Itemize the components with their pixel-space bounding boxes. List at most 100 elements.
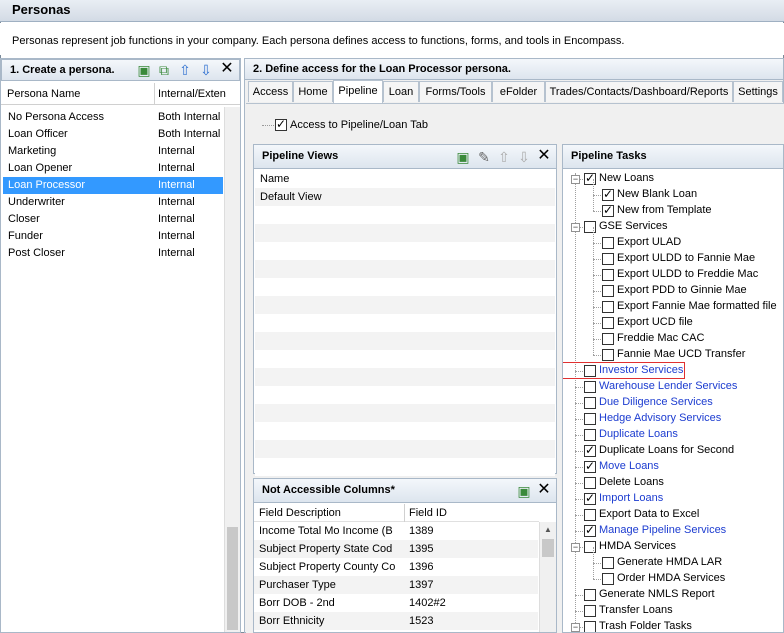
duplicate-persona-icon[interactable]: ⧉ [156, 62, 172, 78]
task-checkbox[interactable] [602, 333, 614, 345]
task-checkbox[interactable] [584, 429, 596, 441]
not-accessible-scroll-thumb[interactable] [542, 539, 554, 557]
task-checkbox[interactable] [584, 621, 596, 632]
tab-forms-tools[interactable]: Forms/Tools [419, 81, 492, 102]
task-checkbox[interactable] [602, 285, 614, 297]
view-name-header[interactable]: Name [255, 170, 555, 188]
tab-access[interactable]: Access [248, 81, 293, 102]
collapse-icon[interactable]: − [571, 175, 580, 184]
task-checkbox[interactable] [602, 253, 614, 265]
tab-trades-contacts[interactable]: Trades/Contacts/Dashboard/Reports [545, 81, 733, 102]
persona-type: Internal [158, 230, 195, 242]
task-checkbox[interactable] [584, 509, 596, 521]
task-label: Delete Loans [599, 476, 664, 488]
task-label: Generate NMLS Report [599, 588, 715, 600]
view-down-icon[interactable]: ⇩ [516, 149, 532, 165]
field-description: Borr Ethnicity [259, 615, 325, 627]
move-down-icon[interactable]: ⇩ [198, 62, 214, 78]
task-checkbox[interactable] [602, 269, 614, 281]
task-checkbox[interactable] [602, 237, 614, 249]
not-accessible-row[interactable]: Purchaser Type 1397 [254, 576, 538, 594]
persona-row[interactable]: Funder Internal [3, 228, 223, 245]
column-persona-name[interactable]: Persona Name [7, 88, 80, 100]
task-label: Export PDD to Ginnie Mae [617, 284, 747, 296]
edit-view-icon[interactable]: ✎ [476, 149, 492, 165]
task-checkbox[interactable] [602, 349, 614, 361]
task-link[interactable]: Hedge Advisory Services [599, 412, 721, 424]
task-checkbox[interactable] [584, 605, 596, 617]
add-column-icon[interactable]: ▣ [516, 483, 532, 499]
collapse-icon[interactable]: − [571, 543, 580, 552]
task-label: Export Data to Excel [599, 508, 700, 520]
task-checkbox[interactable] [584, 397, 596, 409]
task-checkbox[interactable] [602, 317, 614, 329]
not-accessible-row[interactable]: Subject Property County Co 1396 [254, 558, 538, 576]
task-checkbox[interactable] [584, 381, 596, 393]
tab-settings[interactable]: Settings [733, 81, 783, 102]
task-label: Transfer Loans [599, 604, 673, 616]
task-node: New Blank Loan [563, 179, 783, 203]
task-checkbox[interactable] [602, 203, 614, 217]
task-checkbox[interactable] [584, 477, 596, 489]
delete-view-icon[interactable]: ✕ [536, 148, 552, 164]
task-checkbox[interactable] [584, 221, 596, 233]
tab-home[interactable]: Home [293, 81, 333, 102]
task-checkbox[interactable] [584, 413, 596, 425]
persona-row[interactable]: Post Closer Internal [3, 245, 223, 262]
task-checkbox[interactable] [584, 541, 596, 553]
persona-name: Loan Processor [8, 179, 86, 191]
view-up-icon[interactable]: ⇧ [496, 149, 512, 165]
tab-pipeline[interactable]: Pipeline [333, 80, 383, 103]
not-accessible-row[interactable]: Borr Ethnicity 1523 [254, 612, 538, 630]
task-link[interactable]: Manage Pipeline Services [599, 524, 726, 536]
task-checkbox[interactable] [584, 459, 596, 473]
column-field-id[interactable]: Field ID [409, 507, 447, 519]
persona-scroll-thumb[interactable] [227, 527, 238, 630]
task-link[interactable]: Import Loans [599, 492, 663, 504]
field-id: 1395 [409, 543, 434, 555]
new-persona-icon[interactable]: ▣ [136, 62, 152, 78]
task-link[interactable]: Warehouse Lender Services [599, 380, 737, 392]
persona-scrollbar[interactable] [224, 107, 240, 632]
task-checkbox[interactable] [602, 573, 614, 585]
persona-row[interactable]: Marketing Internal [3, 143, 223, 160]
collapse-icon[interactable]: − [571, 623, 580, 632]
task-checkbox[interactable] [584, 523, 596, 537]
persona-row[interactable]: Loan Opener Internal [3, 160, 223, 177]
access-pipeline-checkbox[interactable] [275, 117, 287, 131]
column-field-description[interactable]: Field Description [259, 507, 341, 519]
persona-row[interactable]: Underwriter Internal [3, 194, 223, 211]
delete-persona-icon[interactable]: ✕ [219, 61, 235, 77]
empty-row [255, 224, 555, 242]
task-link[interactable]: Due Diligence Services [599, 396, 713, 408]
task-checkbox[interactable] [584, 491, 596, 505]
column-internal-external[interactable]: Internal/Exten [158, 88, 226, 100]
task-checkbox[interactable] [584, 171, 596, 185]
persona-row[interactable]: Loan Officer Both Internal a [3, 126, 223, 143]
task-checkbox[interactable] [602, 187, 614, 201]
persona-row[interactable]: No Persona Access Both Internal a [3, 109, 223, 126]
remove-column-icon[interactable]: ✕ [536, 482, 552, 498]
pipeline-tasks-header: Pipeline Tasks [563, 145, 783, 169]
not-accessible-panel: Not Accessible Columns* ▣ ✕ Field Descri… [253, 478, 557, 633]
not-accessible-row[interactable]: Borr DOB - 2nd 1402#2 [254, 594, 538, 612]
persona-row[interactable]: Loan Processor Internal [3, 177, 223, 194]
task-checkbox[interactable] [584, 443, 596, 457]
task-link[interactable]: Duplicate Loans [599, 428, 678, 440]
task-link[interactable]: Move Loans [599, 460, 659, 472]
persona-row[interactable]: Closer Internal [3, 211, 223, 228]
not-accessible-row[interactable]: Subject Property State Cod 1395 [254, 540, 538, 558]
tab-efolder[interactable]: eFolder [492, 81, 545, 102]
new-view-icon[interactable]: ▣ [455, 149, 471, 165]
task-node: Delete Loans [563, 475, 783, 491]
not-accessible-scrollbar[interactable]: ▲ [539, 522, 556, 632]
task-checkbox[interactable] [602, 557, 614, 569]
task-checkbox[interactable] [602, 301, 614, 313]
view-row[interactable]: Default View [255, 188, 555, 206]
collapse-icon[interactable]: − [571, 223, 580, 232]
move-up-icon[interactable]: ⇧ [177, 62, 193, 78]
not-accessible-row[interactable]: Income Total Mo Income (B 1389 [254, 522, 538, 540]
window-title: Personas [0, 0, 784, 22]
task-checkbox[interactable] [584, 589, 596, 601]
tab-loan[interactable]: Loan [383, 81, 419, 102]
